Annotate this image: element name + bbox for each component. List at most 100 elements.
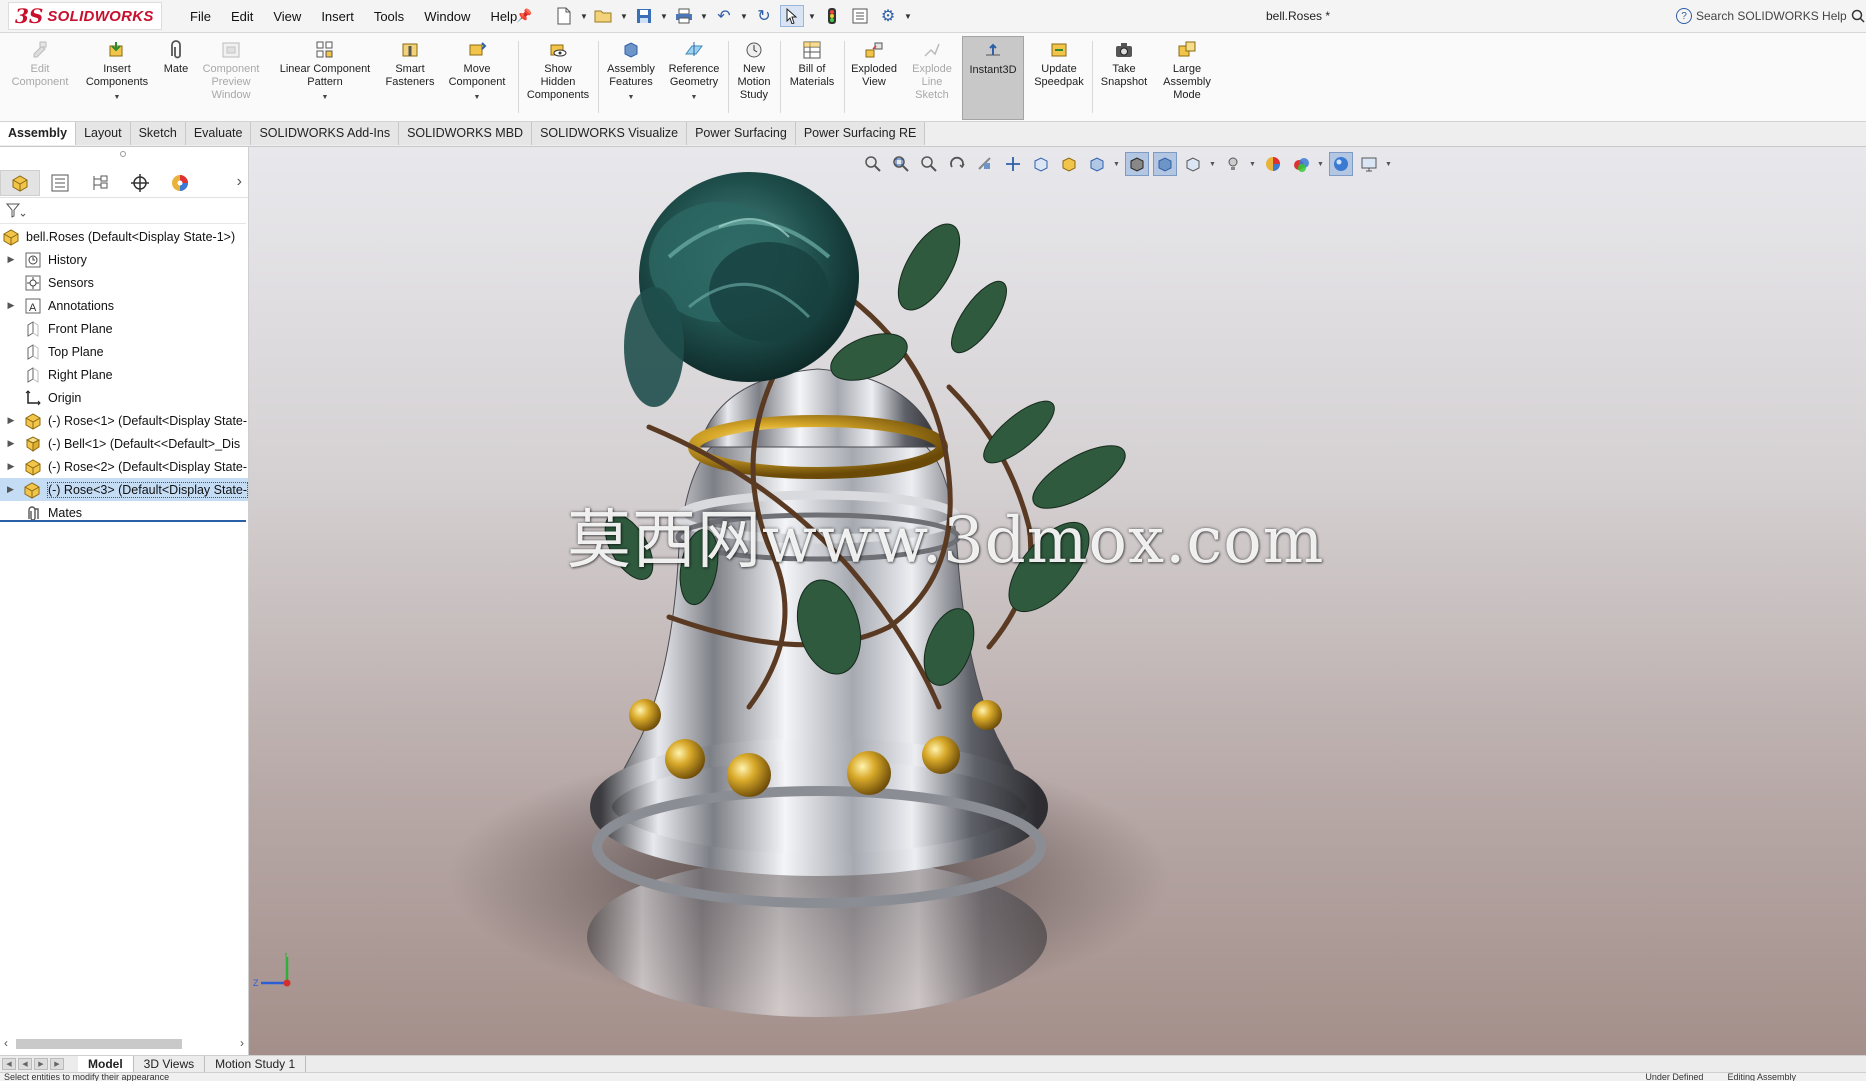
first-tab-icon[interactable]: ◀ bbox=[2, 1058, 16, 1070]
bill-of-materials-button[interactable]: Bill of Materials bbox=[784, 36, 840, 120]
select-dropdown-icon[interactable]: ▼ bbox=[808, 12, 816, 21]
tree-item-rose-1[interactable]: ▶ (-) Rose<1> (Default<Display State- bbox=[0, 409, 248, 432]
insert-components-button[interactable]: Insert Components ▼ bbox=[80, 36, 154, 120]
help-search-box[interactable]: ? Search SOLIDWORKS Help bbox=[1676, 5, 1866, 27]
options-dropdown-icon[interactable]: ▼ bbox=[904, 12, 912, 21]
tab-evaluate[interactable]: Evaluate bbox=[185, 122, 252, 145]
undo-icon[interactable]: ↶ bbox=[712, 5, 736, 27]
display-manager-tab-icon[interactable] bbox=[160, 170, 200, 196]
tree-item-rose-2[interactable]: ▶ (-) Rose<2> (Default<Display State- bbox=[0, 455, 248, 478]
mate-button[interactable]: Mate bbox=[158, 36, 194, 120]
chevron-right-icon[interactable]: › bbox=[237, 173, 242, 191]
expand-arrow-icon[interactable]: ▶ bbox=[6, 484, 15, 495]
tab-motion-study-1[interactable]: Motion Study 1 bbox=[205, 1056, 307, 1072]
instant3d-button[interactable]: Instant3D bbox=[962, 36, 1024, 120]
assembly-features-button[interactable]: Assembly Features ▼ bbox=[602, 36, 660, 120]
edit-component-button[interactable]: Edit Component bbox=[4, 36, 76, 120]
select-pointer-icon[interactable] bbox=[780, 5, 804, 27]
assembly-features-dropdown-icon[interactable]: ▼ bbox=[628, 91, 635, 104]
feature-manager-tab-icon[interactable] bbox=[0, 170, 40, 196]
save-icon[interactable] bbox=[632, 5, 656, 27]
tab-3d-views[interactable]: 3D Views bbox=[134, 1056, 206, 1072]
tree-item-rose-3[interactable]: ▶ (-) Rose<3> (Default<Display State- bbox=[0, 478, 248, 501]
smart-fasteners-button[interactable]: Smart Fasteners bbox=[384, 36, 436, 120]
edit-appearance-cube-icon[interactable] bbox=[1181, 152, 1205, 176]
reference-geometry-dropdown-icon[interactable]: ▼ bbox=[691, 91, 698, 104]
prev-tab-icon[interactable]: ◀ bbox=[18, 1058, 32, 1070]
realview-icon[interactable] bbox=[1329, 152, 1353, 176]
tab-solidworks-visualize[interactable]: SOLIDWORKS Visualize bbox=[532, 122, 688, 145]
redo-icon[interactable]: ↻ bbox=[752, 5, 776, 27]
component-preview-window-button[interactable]: Component Preview Window bbox=[196, 36, 266, 120]
move-component-button[interactable]: Move Component ▼ bbox=[442, 36, 512, 120]
filter-funnel-icon[interactable] bbox=[6, 203, 26, 219]
open-dropdown-icon[interactable]: ▼ bbox=[620, 12, 628, 21]
tree-item-top-plane[interactable]: Top Plane bbox=[0, 340, 248, 363]
configuration-manager-tab-icon[interactable] bbox=[80, 170, 120, 196]
print-icon[interactable] bbox=[672, 5, 696, 27]
zoom-to-fit-icon[interactable] bbox=[861, 152, 885, 176]
expand-arrow-icon[interactable]: ▶ bbox=[6, 461, 16, 472]
open-folder-icon[interactable] bbox=[592, 5, 616, 27]
tree-root-assembly[interactable]: bell.Roses (Default<Display State-1>) bbox=[0, 225, 248, 248]
tab-layout[interactable]: Layout bbox=[76, 122, 131, 145]
show-hidden-components-button[interactable]: Show Hidden Components bbox=[522, 36, 594, 120]
expand-arrow-icon[interactable]: ▶ bbox=[6, 415, 16, 426]
exploded-view-button[interactable]: Exploded View bbox=[846, 36, 902, 120]
options-gear-icon[interactable]: ⚙ bbox=[876, 5, 900, 27]
scroll-left-icon[interactable]: ‹ bbox=[4, 1036, 8, 1050]
file-properties-icon[interactable] bbox=[848, 5, 872, 27]
reference-geometry-button[interactable]: Reference Geometry ▼ bbox=[664, 36, 724, 120]
expand-arrow-icon[interactable]: ▶ bbox=[6, 254, 16, 265]
pin-menu-icon[interactable]: 📌 bbox=[516, 8, 532, 24]
pan-icon[interactable] bbox=[1001, 152, 1025, 176]
scenes-icon[interactable] bbox=[1289, 152, 1313, 176]
update-speedpak-button[interactable]: Update Speedpak bbox=[1030, 36, 1088, 120]
bell-roses-model[interactable] bbox=[249, 147, 1866, 1055]
last-tab-icon[interactable]: ▶ bbox=[50, 1058, 64, 1070]
property-manager-tab-icon[interactable] bbox=[40, 170, 80, 196]
previous-view-icon[interactable] bbox=[917, 152, 941, 176]
new-dropdown-icon[interactable]: ▼ bbox=[580, 12, 588, 21]
shaded-icon[interactable] bbox=[1153, 152, 1177, 176]
print-dropdown-icon[interactable]: ▼ bbox=[700, 12, 708, 21]
move-component-dropdown-icon[interactable]: ▼ bbox=[474, 91, 481, 104]
tab-model[interactable]: Model bbox=[78, 1056, 134, 1072]
insert-components-dropdown-icon[interactable]: ▼ bbox=[114, 91, 121, 104]
menu-view[interactable]: View bbox=[263, 9, 311, 24]
explode-line-sketch-button[interactable]: Explode Line Sketch bbox=[904, 36, 960, 120]
undo-dropdown-icon[interactable]: ▼ bbox=[740, 12, 748, 21]
graphics-area[interactable]: ▼ ▼ ▼ ▼ ▼ 莫西网www.3dmox.com Y Z bbox=[249, 147, 1866, 1055]
tree-item-history[interactable]: ▶ History bbox=[0, 248, 248, 271]
tree-horizontal-scrollbar[interactable]: ‹ › bbox=[0, 1036, 248, 1052]
lights-icon[interactable] bbox=[1221, 152, 1245, 176]
shaded-with-edges-icon[interactable] bbox=[1125, 152, 1149, 176]
traffic-light-icon[interactable] bbox=[820, 5, 844, 27]
pane-grip-handle[interactable] bbox=[120, 151, 126, 157]
scenes-dropdown-icon[interactable]: ▼ bbox=[1317, 161, 1325, 168]
expand-arrow-icon[interactable]: ▶ bbox=[6, 438, 16, 449]
section-view-icon[interactable] bbox=[973, 152, 997, 176]
tab-power-surfacing-re[interactable]: Power Surfacing RE bbox=[795, 122, 926, 145]
tree-item-front-plane[interactable]: Front Plane bbox=[0, 317, 248, 340]
tree-item-annotations[interactable]: ▶ A Annotations bbox=[0, 294, 248, 317]
appearances-icon[interactable] bbox=[1261, 152, 1285, 176]
linear-pattern-dropdown-icon[interactable]: ▼ bbox=[322, 91, 329, 104]
menu-insert[interactable]: Insert bbox=[311, 9, 364, 24]
new-document-icon[interactable] bbox=[552, 5, 576, 27]
display-monitor-icon[interactable] bbox=[1357, 152, 1381, 176]
take-snapshot-button[interactable]: Take Snapshot bbox=[1096, 36, 1152, 120]
tab-solidworks-mbd[interactable]: SOLIDWORKS MBD bbox=[399, 122, 533, 145]
view-orientation-icon[interactable] bbox=[1029, 152, 1053, 176]
scroll-thumb[interactable] bbox=[16, 1039, 182, 1049]
rotate-view-icon[interactable] bbox=[945, 152, 969, 176]
menu-tools[interactable]: Tools bbox=[364, 9, 414, 24]
hide-show-items-icon[interactable] bbox=[1085, 152, 1109, 176]
next-tab-icon[interactable]: ▶ bbox=[34, 1058, 48, 1070]
tab-solidworks-add-ins[interactable]: SOLIDWORKS Add-Ins bbox=[251, 122, 400, 145]
expand-arrow-icon[interactable]: ▶ bbox=[6, 300, 16, 311]
tab-assembly[interactable]: Assembly bbox=[0, 122, 77, 145]
tree-filter[interactable] bbox=[0, 199, 246, 224]
tree-item-right-plane[interactable]: Right Plane bbox=[0, 363, 248, 386]
tree-item-origin[interactable]: Origin bbox=[0, 386, 248, 409]
